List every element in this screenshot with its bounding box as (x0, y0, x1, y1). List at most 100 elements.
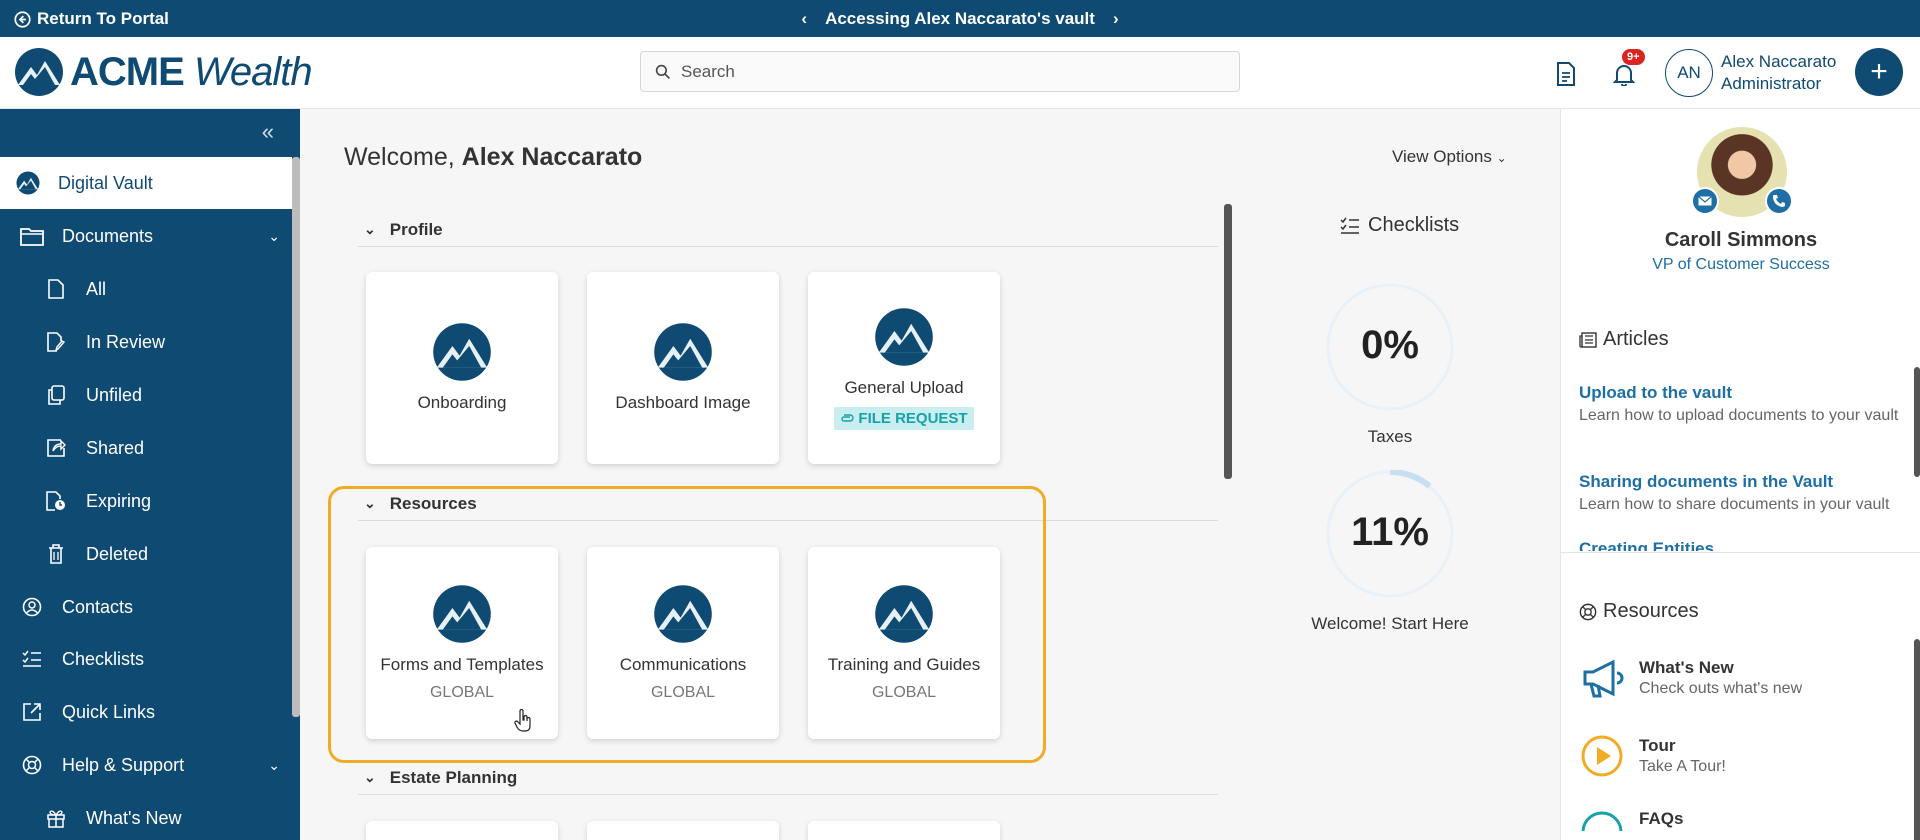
mountain-logo-icon (875, 307, 933, 366)
resources-scrollbar[interactable] (1914, 639, 1920, 840)
article-title[interactable]: Upload to the vault (1579, 383, 1909, 403)
card-label: Dashboard Image (615, 393, 751, 412)
sidebar-item-all[interactable]: All (0, 263, 292, 315)
article-title[interactable]: Creating Entities (1579, 539, 1909, 551)
file-request-badge[interactable]: FILE REQUEST (834, 406, 974, 430)
notification-badge: 9+ (1622, 49, 1645, 65)
article-item[interactable]: Sharing documents in the Vault Learn how… (1579, 472, 1909, 515)
top-banner: Return To Portal ‹ Accessing Alex Naccar… (0, 0, 1920, 37)
play-circle-icon (1581, 735, 1623, 777)
article-title[interactable]: Sharing documents in the Vault (1579, 472, 1909, 492)
sidebar-item-whats-new[interactable]: What's New (0, 792, 292, 840)
checklist-label[interactable]: Welcome! Start Here (1270, 614, 1510, 634)
sidebar-item-shared[interactable]: Shared (0, 422, 292, 474)
article-item[interactable]: Creating Entities (1579, 539, 1909, 551)
sidebar-item-unfiled[interactable]: Unfiled (0, 369, 292, 421)
content-scrollbar[interactable] (1224, 204, 1232, 479)
resource-item-faqs[interactable]: FAQs (1579, 809, 1683, 831)
sidebar-item-documents[interactable]: Documents ⌄ (0, 210, 292, 262)
sidebar-item-label: All (86, 278, 107, 299)
article-desc: Learn how to upload documents to your va… (1579, 407, 1899, 424)
articles-title: Articles (1603, 328, 1669, 350)
sidebar-item-label: Contacts (62, 596, 134, 617)
search-bar[interactable] (640, 51, 1240, 92)
call-advisor-button[interactable] (1765, 187, 1793, 215)
checklist-label[interactable]: Taxes (1270, 427, 1510, 447)
folder-card-training-and-guides[interactable]: Training and Guides GLOBAL (808, 547, 1000, 739)
prev-vault-icon[interactable]: ‹ (801, 9, 807, 29)
next-vault-icon[interactable]: › (1113, 9, 1119, 29)
folder-card-general-upload[interactable]: General Upload FILE REQUEST (808, 272, 1000, 464)
chevron-down-icon: ⌄ (364, 495, 376, 511)
sidebar-item-quick-links[interactable]: Quick Links (0, 686, 292, 738)
checklist-percent: 0% (1361, 323, 1419, 367)
section-header-estate-planning[interactable]: ⌄ Estate Planning (358, 761, 1218, 795)
acme-wealth-logo[interactable]: ACME Wealth (14, 47, 313, 97)
sidebar-item-deleted[interactable]: Deleted (0, 528, 292, 580)
phone-icon (1773, 195, 1785, 207)
email-advisor-button[interactable] (1691, 187, 1719, 215)
section-header-resources[interactable]: ⌄ Resources (358, 487, 1218, 521)
advisor-name: Caroll Simmons (1664, 229, 1818, 251)
folder-card-dashboard-image[interactable]: Dashboard Image (587, 272, 779, 464)
sidebar-item-label: Quick Links (62, 701, 156, 722)
mountain-logo-icon (875, 585, 933, 643)
card-label: Communications (619, 655, 747, 674)
lifebuoy-icon (1579, 603, 1597, 620)
section-title: Estate Planning (389, 767, 518, 787)
folder-card-partial[interactable] (587, 821, 779, 840)
folder-card-partial[interactable] (366, 821, 558, 840)
plus-icon: + (1870, 55, 1888, 88)
search-icon (655, 64, 670, 79)
view-options-dropdown[interactable]: View Options ⌄ (1392, 147, 1507, 167)
sidebar-item-label: Checklists (62, 648, 145, 669)
advisor-title: VP of Customer Success (1652, 256, 1830, 273)
sidebar-scrollbar[interactable] (292, 157, 300, 717)
articles-scrollbar[interactable] (1914, 367, 1920, 477)
card-label: General Upload (844, 377, 964, 397)
resource-item-whats-new[interactable]: What's New Check outs what's new (1579, 655, 1802, 701)
sidebar-item-contacts[interactable]: Contacts (0, 581, 292, 633)
file-icon (44, 277, 68, 301)
article-item[interactable]: Upload to the vault Learn how to upload … (1579, 383, 1909, 426)
sidebar-item-in-review[interactable]: In Review (0, 316, 292, 368)
add-button[interactable]: + (1855, 48, 1903, 96)
welcome-heading: Welcome, Alex Naccarato (344, 143, 642, 172)
checklists-heading: Checklists (1340, 214, 1459, 237)
share-icon (44, 436, 68, 460)
section-title: Resources (389, 493, 477, 513)
user-avatar[interactable]: AN (1665, 49, 1713, 97)
section-header-profile[interactable]: ⌄ Profile (358, 213, 1218, 247)
mountain-logo-icon (654, 323, 712, 381)
sidebar-item-checklists[interactable]: Checklists (0, 633, 292, 685)
card-scope: GLOBAL (871, 684, 937, 701)
return-to-portal-button[interactable]: Return To Portal (14, 9, 169, 29)
sidebar-item-help-support[interactable]: Help & Support ⌄ (0, 739, 292, 791)
folder-card-communications[interactable]: Communications GLOBAL (587, 547, 779, 739)
resource-item-tour[interactable]: Tour Take A Tour! (1579, 733, 1726, 779)
user-circle-icon (20, 595, 44, 619)
panel-divider (1561, 552, 1920, 553)
sidebar-item-label: Deleted (86, 543, 149, 564)
search-input[interactable] (681, 61, 1221, 82)
right-panel: Caroll Simmons VP of Customer Success Ar… (1560, 109, 1920, 840)
sidebar: « Digital Vault Documents ⌄ All In Revie… (0, 109, 300, 840)
folder-card-onboarding[interactable]: Onboarding (366, 272, 558, 464)
resources-heading: Resources (1579, 600, 1699, 623)
sidebar-item-digital-vault[interactable]: Digital Vault (0, 157, 292, 209)
card-label: Training and Guides (827, 655, 981, 674)
resource-title: What's New (1639, 658, 1734, 677)
folder-card-partial[interactable] (808, 821, 1000, 840)
paperclip-icon (841, 414, 855, 422)
collapse-sidebar-icon[interactable]: « (262, 119, 274, 145)
view-options-label: View Options (1392, 147, 1492, 166)
gift-icon (44, 806, 68, 830)
checklist-icon (1340, 217, 1359, 234)
sidebar-item-label: Unfiled (86, 384, 143, 405)
sidebar-item-expiring[interactable]: Expiring (0, 475, 292, 527)
checklists-title: Checklists (1368, 214, 1460, 236)
documents-icon[interactable] (1553, 61, 1579, 87)
sidebar-item-label: Documents (62, 225, 154, 246)
card-scope: GLOBAL (650, 684, 716, 701)
user-menu[interactable]: Alex Naccarato Administrator (1721, 51, 1836, 95)
